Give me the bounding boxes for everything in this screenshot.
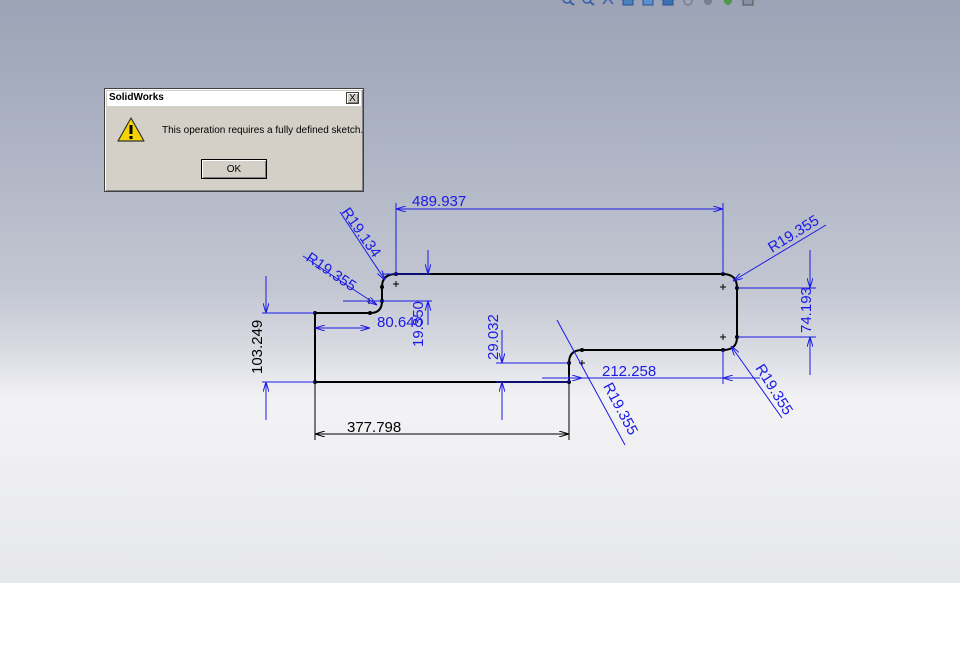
dim-radius-top-right[interactable]: R19.355 [765,212,822,256]
dim-right-height[interactable]: 74.193 [798,287,815,333]
dim-notch-length[interactable]: 212.258 [602,363,656,380]
dim-notch-height[interactable]: 29.032 [485,314,502,360]
blank-area [0,583,960,649]
dialog-body: This operation requires a fully defined … [105,106,363,191]
dim-radius-top-left-inner[interactable]: R19.355 [303,249,360,295]
dim-radius-top-left-outer[interactable]: R19.134 [338,205,384,261]
close-button[interactable]: X [346,92,359,104]
dim-left-height[interactable]: 103.249 [249,320,266,374]
dialog-message: This operation requires a fully defined … [162,125,364,136]
dim-step-vertical[interactable]: 19.350 [410,301,427,347]
dim-top-length[interactable]: 489.937 [412,193,466,210]
graphics-viewport[interactable]: 489.937 R19.134 R19.355 R19.355 74.193 1… [0,0,960,583]
dialog-title: SolidWorks [109,92,164,103]
ok-button[interactable]: OK [201,159,267,179]
dim-bottom-length[interactable]: 377.798 [347,419,401,436]
warning-icon [117,116,145,144]
dialog-titlebar[interactable]: SolidWorks X [107,91,361,106]
warning-dialog: SolidWorks X This operation requires a f… [104,88,364,192]
dimension-lines [262,203,827,446]
dim-radius-bottom-right[interactable]: R19.355 [752,361,796,418]
